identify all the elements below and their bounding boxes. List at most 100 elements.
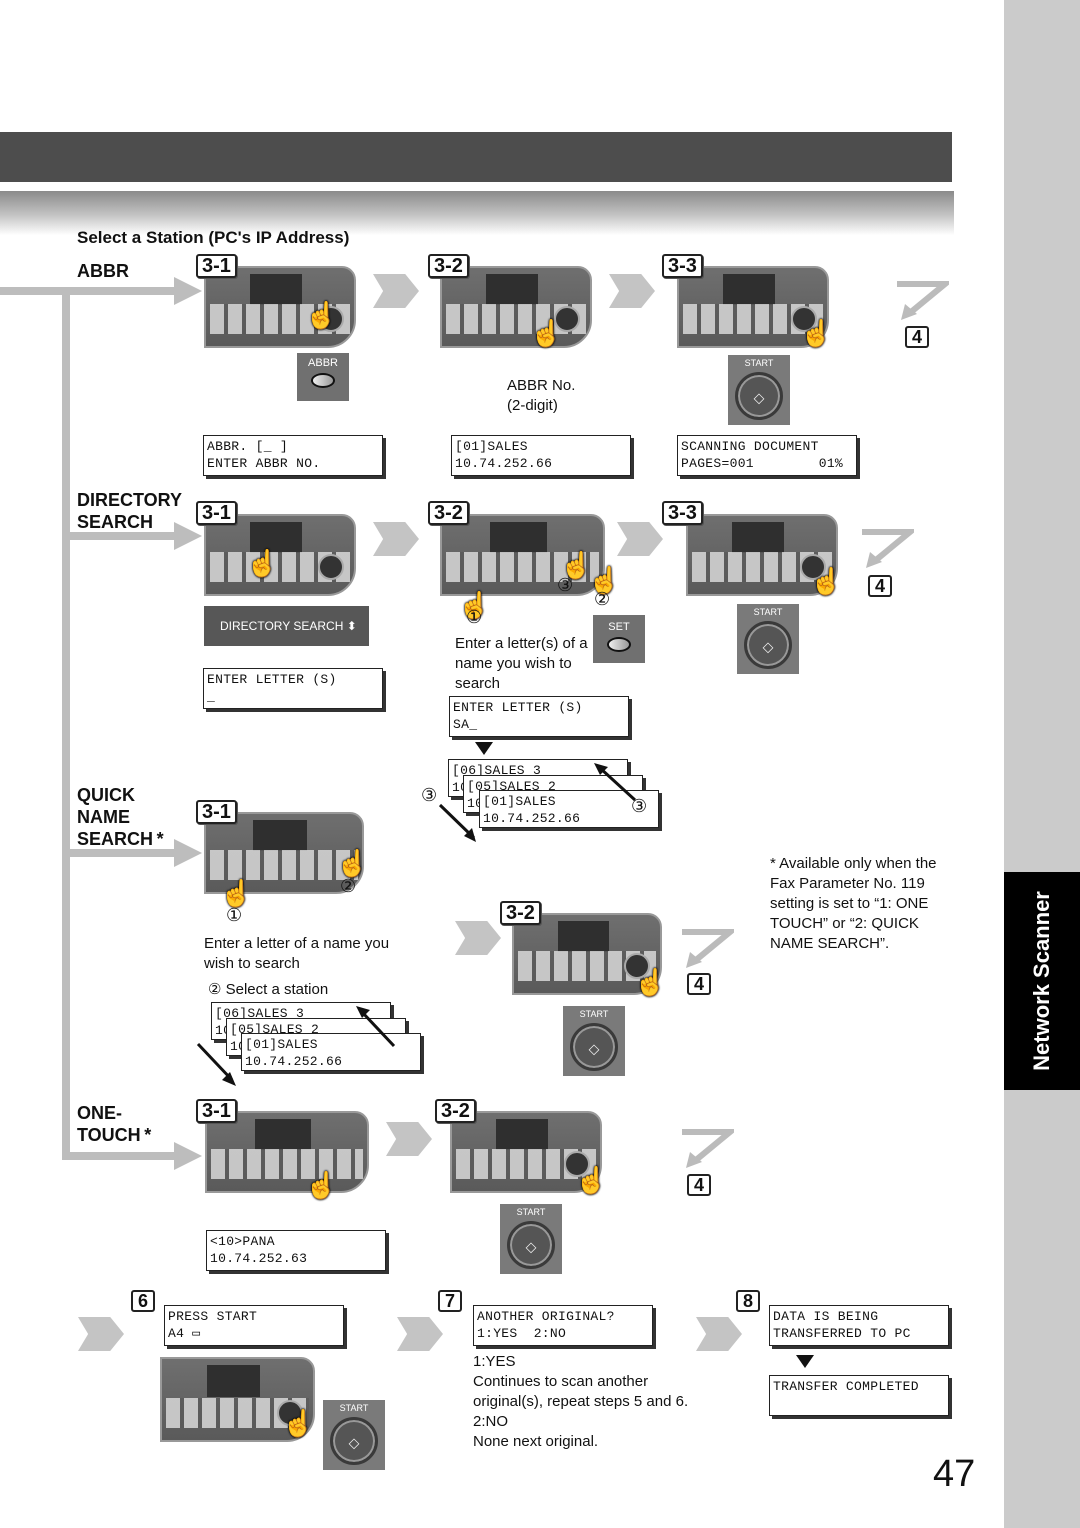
next-chevron-icon <box>78 1317 124 1351</box>
next-chevron-icon <box>397 1317 443 1351</box>
start-key: START ◇ <box>323 1400 385 1470</box>
abbr-no-caption: ABBR No. (2-digit) <box>507 377 576 414</box>
flow-arrow-abbr <box>174 277 202 305</box>
goto-step-arrow-icon <box>682 929 734 968</box>
quick-caption: Enter a letter of a name you wish to sea… <box>204 935 390 972</box>
step-badge: 3-1 <box>196 501 237 525</box>
lcd-display: ENTER LETTER (S) _ <box>203 668 383 709</box>
pointing-hand-icon: ☝ <box>634 967 667 997</box>
method-label-abbr: ABBR <box>77 261 129 281</box>
lcd-display: <10>PANA 10.74.252.63 <box>206 1230 386 1271</box>
step-badge: 3-1 <box>196 800 237 824</box>
goto-step-number: 4 <box>905 326 929 348</box>
footnote: * Available only when the Fax Parameter … <box>770 855 937 952</box>
start-key: START ◇ <box>500 1204 562 1274</box>
flow-trunk <box>62 287 70 1157</box>
lcd-display: TRANSFER COMPLETED <box>769 1375 949 1416</box>
step-badge: 3-2 <box>435 1099 476 1123</box>
step-badge: 3-1 <box>196 254 237 278</box>
lcd-display: DATA IS BEING TRANSFERRED TO PC <box>769 1305 949 1346</box>
start-button-icon: ◇ <box>735 371 783 420</box>
desc-line: 2:NO <box>473 1413 509 1430</box>
flow-line-quick <box>62 849 176 857</box>
next-chevron-icon <box>373 522 419 556</box>
start-key: START ◇ <box>563 1006 625 1076</box>
side-margin <box>1004 0 1080 1528</box>
marker-3: ③ <box>557 575 574 595</box>
flow-line-directory <box>62 532 176 540</box>
next-chevron-icon <box>455 921 501 955</box>
start-key: START ◇ <box>737 604 799 674</box>
pointing-hand-icon: ☝ <box>800 318 833 348</box>
lcd-display: ANOTHER ORIGINAL? 1:YES 2:NO <box>473 1305 653 1346</box>
abbr-key: ABBR <box>297 353 349 401</box>
next-chevron-icon <box>696 1317 742 1351</box>
goto-step-number: 4 <box>868 575 892 597</box>
step-badge: 3-3 <box>662 501 703 525</box>
pointing-hand-icon: ☝ <box>246 548 279 578</box>
marker-1: ① <box>466 607 483 627</box>
step-number: 7 <box>438 1290 462 1312</box>
goto-step-number: 4 <box>687 973 711 995</box>
desc-line: Continues to scan another <box>473 1373 649 1390</box>
marker-2: ② <box>340 876 357 896</box>
step-badge: 3-2 <box>428 501 469 525</box>
method-label-directory: DIRECTORY SEARCH <box>77 490 183 532</box>
goto-step-arrow-icon <box>897 281 949 320</box>
method-label-onetouch: ONE- TOUCH * <box>77 1103 152 1145</box>
page-heading: Select a Station (PC's IP Address) <box>77 228 350 247</box>
oval-button-icon <box>311 373 335 388</box>
step7-description: 1:YES Continues to scan another original… <box>473 1352 688 1452</box>
oval-button-icon <box>607 637 631 652</box>
start-button-icon: ◇ <box>330 1416 378 1465</box>
step-number: 6 <box>131 1290 155 1312</box>
flow-arrow-onetouch <box>174 1142 202 1170</box>
next-chevron-icon <box>386 1122 432 1156</box>
scroll-arrows-icon <box>196 1006 396 1086</box>
flow-arrow-quick <box>174 839 202 867</box>
set-key: SET <box>593 615 645 663</box>
control-panel-image <box>205 1111 369 1193</box>
control-panel-image <box>440 266 592 348</box>
pointing-hand-icon: ☝ <box>282 1408 315 1438</box>
next-chevron-icon <box>609 274 655 308</box>
desc-line: original(s), repeat steps 5 and 6. <box>473 1393 689 1410</box>
control-panel-image <box>204 514 356 596</box>
step-number: 8 <box>736 1290 760 1312</box>
desc-line: None next original. <box>473 1433 599 1450</box>
start-key: START ◇ <box>728 355 790 425</box>
marker-2: ② <box>594 589 611 609</box>
pointing-hand-icon: ☝ <box>575 1165 608 1195</box>
flow-line-abbr <box>0 287 176 295</box>
step-badge: 3-3 <box>662 254 703 278</box>
directory-search-key: DIRECTORY SEARCH ⬍ <box>204 606 369 646</box>
page-number: 47 <box>933 1453 976 1495</box>
scroll-arrows-icon <box>438 763 637 842</box>
step-badge: 3-2 <box>428 254 469 278</box>
section-tab: Network Scanner <box>1004 872 1080 1090</box>
lcd-display: ENTER LETTER (S) SA_ <box>449 696 629 737</box>
desc-line: 1:YES <box>473 1353 516 1370</box>
start-button-icon: ◇ <box>507 1220 555 1269</box>
flow-line-onetouch <box>62 1152 176 1160</box>
next-chevron-icon <box>373 274 419 308</box>
pointing-hand-icon: ☝ <box>305 300 338 330</box>
directory-search-label: DIRECTORY SEARCH <box>220 619 344 633</box>
lcd-display: ABBR. [_ ] ENTER ABBR NO. <box>203 435 383 476</box>
step-badge: 3-1 <box>196 1099 237 1123</box>
pointing-hand-icon: ☝ <box>336 848 369 878</box>
lcd-display: SCANNING DOCUMENT PAGES=001 01% <box>677 435 857 476</box>
header-bar <box>0 132 952 182</box>
abbr-key-label: ABBR <box>308 357 338 369</box>
pointing-hand-icon: ☝ <box>810 566 843 596</box>
pointing-hand-icon: ☝ <box>305 1170 338 1200</box>
pointing-hand-icon: ☝ <box>530 318 563 348</box>
goto-step-arrow-icon <box>682 1129 734 1168</box>
method-label-quick: QUICK NAME SEARCH * <box>77 785 164 849</box>
down-triangle-icon <box>796 1355 814 1368</box>
goto-step-number: 4 <box>687 1174 711 1196</box>
section-tab-label: Network Scanner <box>1029 891 1054 1071</box>
marker-1: ① <box>226 905 243 925</box>
step-badge: 3-2 <box>500 901 541 925</box>
next-chevron-icon <box>617 522 663 556</box>
